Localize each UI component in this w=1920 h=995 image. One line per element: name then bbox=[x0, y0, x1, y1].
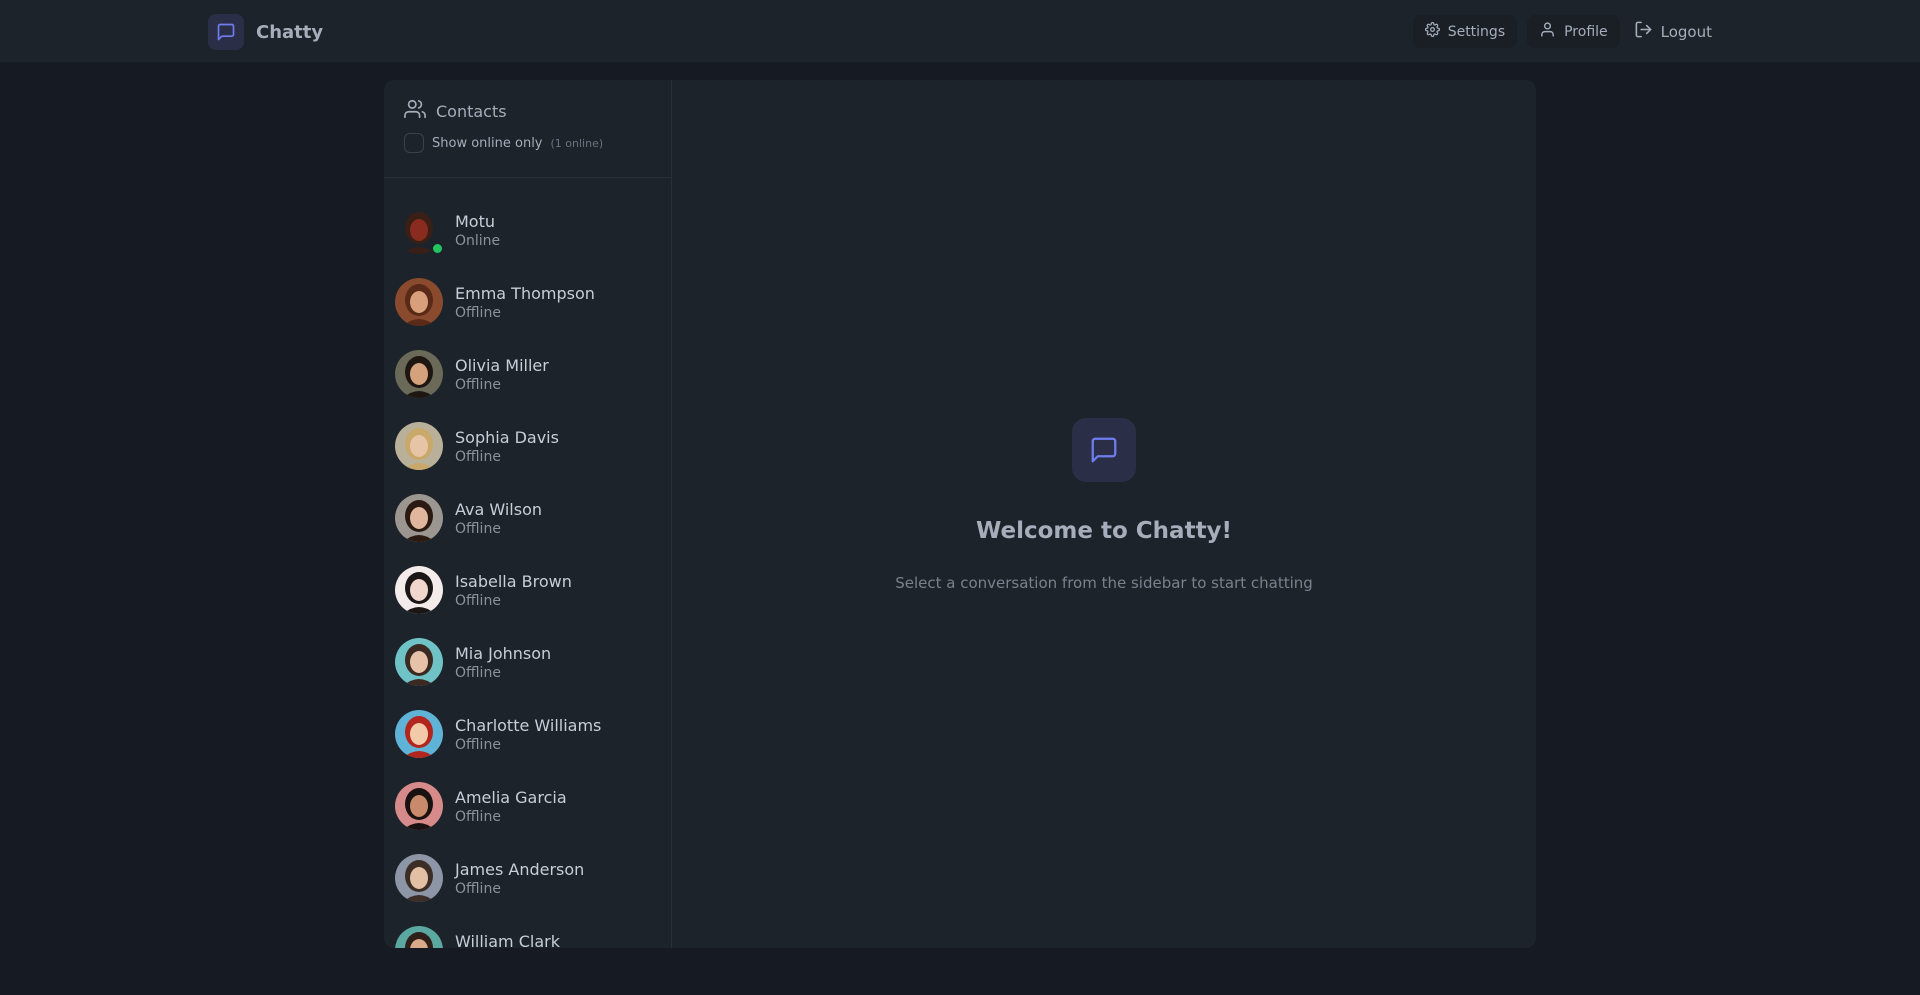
contact-name: Amelia Garcia bbox=[455, 787, 567, 807]
contact-info: Mia Johnson Offline bbox=[455, 644, 551, 681]
chat-bubble-icon bbox=[208, 14, 244, 50]
contact-name: Emma Thompson bbox=[455, 283, 595, 303]
avatar-image bbox=[395, 638, 443, 686]
contact-item[interactable]: Motu Online bbox=[384, 194, 671, 266]
avatar bbox=[395, 782, 443, 830]
avatar-image bbox=[395, 422, 443, 470]
profile-label: Profile bbox=[1564, 23, 1608, 40]
contact-status: Offline bbox=[455, 664, 501, 681]
gear-icon bbox=[1424, 22, 1440, 41]
contacts-heading: Contacts bbox=[404, 98, 651, 124]
no-chat-selected: Welcome to Chatty! Select a conversation… bbox=[672, 80, 1536, 948]
contact-info: Emma Thompson Offline bbox=[455, 284, 595, 321]
contact-name: Isabella Brown bbox=[455, 571, 572, 591]
contact-item[interactable]: Isabella Brown Offline bbox=[384, 554, 671, 626]
contact-status: Offline bbox=[455, 520, 501, 537]
contact-item[interactable]: Mia Johnson Offline bbox=[384, 626, 671, 698]
brand-home-link[interactable]: Chatty bbox=[208, 14, 323, 50]
contact-item[interactable]: Charlotte Williams Offline bbox=[384, 698, 671, 770]
avatar bbox=[395, 422, 443, 470]
logout-label: Logout bbox=[1660, 22, 1712, 41]
avatar-image bbox=[395, 710, 443, 758]
contact-info: Sophia Davis Offline bbox=[455, 428, 559, 465]
logout-button[interactable]: Logout bbox=[1630, 15, 1716, 48]
contact-name: Motu bbox=[455, 211, 496, 231]
contact-name: William Clark bbox=[455, 931, 560, 949]
contact-name: Mia Johnson bbox=[455, 643, 552, 663]
contact-info: James Anderson Offline bbox=[455, 860, 584, 897]
contacts-title: Contacts bbox=[436, 101, 507, 121]
contacts-sidebar: Contacts Show online only (1 online) Mot… bbox=[384, 80, 672, 948]
contact-item[interactable]: Ava Wilson Offline bbox=[384, 482, 671, 554]
online-count: (1 online) bbox=[550, 136, 604, 150]
contact-info: Olivia Miller Offline bbox=[455, 356, 549, 393]
avatar-image bbox=[395, 926, 443, 948]
contact-item[interactable]: Olivia Miller Offline bbox=[384, 338, 671, 410]
avatar-image bbox=[395, 278, 443, 326]
chat-container: Contacts Show online only (1 online) Mot… bbox=[384, 80, 1536, 948]
contact-status: Online bbox=[455, 232, 501, 249]
online-filter: Show online only (1 online) bbox=[404, 132, 651, 154]
settings-label: Settings bbox=[1447, 23, 1506, 40]
avatar bbox=[395, 278, 443, 326]
avatar bbox=[395, 710, 443, 758]
avatar bbox=[395, 638, 443, 686]
contact-info: Ava Wilson Offline bbox=[455, 500, 542, 537]
profile-button[interactable]: Profile bbox=[1527, 15, 1620, 48]
contact-status: Offline bbox=[455, 736, 501, 753]
contact-status: Offline bbox=[455, 592, 501, 609]
contact-name: Ava Wilson bbox=[455, 499, 542, 519]
avatar-image bbox=[395, 566, 443, 614]
online-indicator bbox=[431, 242, 444, 255]
contact-item[interactable]: William ClarkOffline bbox=[384, 914, 671, 948]
avatar-image bbox=[395, 350, 443, 398]
contact-info: Charlotte Williams Offline bbox=[455, 716, 601, 753]
welcome-subtitle: Select a conversation from the sidebar t… bbox=[895, 574, 1313, 592]
logout-icon bbox=[1634, 20, 1653, 43]
avatar bbox=[395, 566, 443, 614]
avatar bbox=[395, 350, 443, 398]
contact-name: Olivia Miller bbox=[455, 355, 549, 375]
avatar-image bbox=[395, 494, 443, 542]
contact-item[interactable]: Amelia Garcia Offline bbox=[384, 770, 671, 842]
contact-name: Charlotte Williams bbox=[455, 715, 602, 735]
show-online-checkbox[interactable] bbox=[404, 133, 424, 153]
contact-item[interactable]: Emma Thompson Offline bbox=[384, 266, 671, 338]
contact-status: Offline bbox=[455, 376, 501, 393]
avatar-image bbox=[395, 854, 443, 902]
contact-info: Motu Online bbox=[455, 212, 500, 249]
contact-status: Offline bbox=[455, 304, 501, 321]
contact-item[interactable]: James Anderson Offline bbox=[384, 842, 671, 914]
contact-list: Motu Online Emma Thompson Offline Olivia Mil… bbox=[384, 178, 671, 948]
avatar bbox=[395, 926, 443, 948]
user-icon bbox=[1539, 21, 1556, 42]
contact-status: Offline bbox=[455, 448, 501, 465]
contact-info: Isabella Brown Offline bbox=[455, 572, 572, 609]
contact-status: Offline bbox=[455, 880, 501, 897]
avatar bbox=[395, 494, 443, 542]
app-name: Chatty bbox=[256, 21, 324, 43]
sidebar-header: Contacts Show online only (1 online) bbox=[384, 80, 671, 178]
users-icon bbox=[404, 98, 426, 124]
avatar bbox=[395, 854, 443, 902]
welcome-title: Welcome to Chatty! bbox=[975, 518, 1233, 544]
contact-info: Amelia Garcia Offline bbox=[455, 788, 567, 825]
show-online-label[interactable]: Show online only bbox=[432, 136, 543, 151]
settings-button[interactable]: Settings bbox=[1412, 15, 1518, 48]
contact-name: Sophia Davis bbox=[455, 427, 559, 447]
contact-name: James Anderson bbox=[455, 859, 585, 879]
nav-actions: Settings Profile Logout bbox=[1412, 15, 1716, 48]
avatar bbox=[395, 206, 444, 255]
chat-bubble-icon bbox=[1072, 418, 1136, 482]
avatar-image bbox=[395, 782, 443, 830]
top-navbar: Chatty Settings Profile Logout bbox=[0, 0, 1920, 63]
contact-item[interactable]: Sophia Davis Offline bbox=[384, 410, 671, 482]
contact-status: Offline bbox=[455, 808, 501, 825]
contact-info: William ClarkOffline bbox=[455, 932, 560, 949]
